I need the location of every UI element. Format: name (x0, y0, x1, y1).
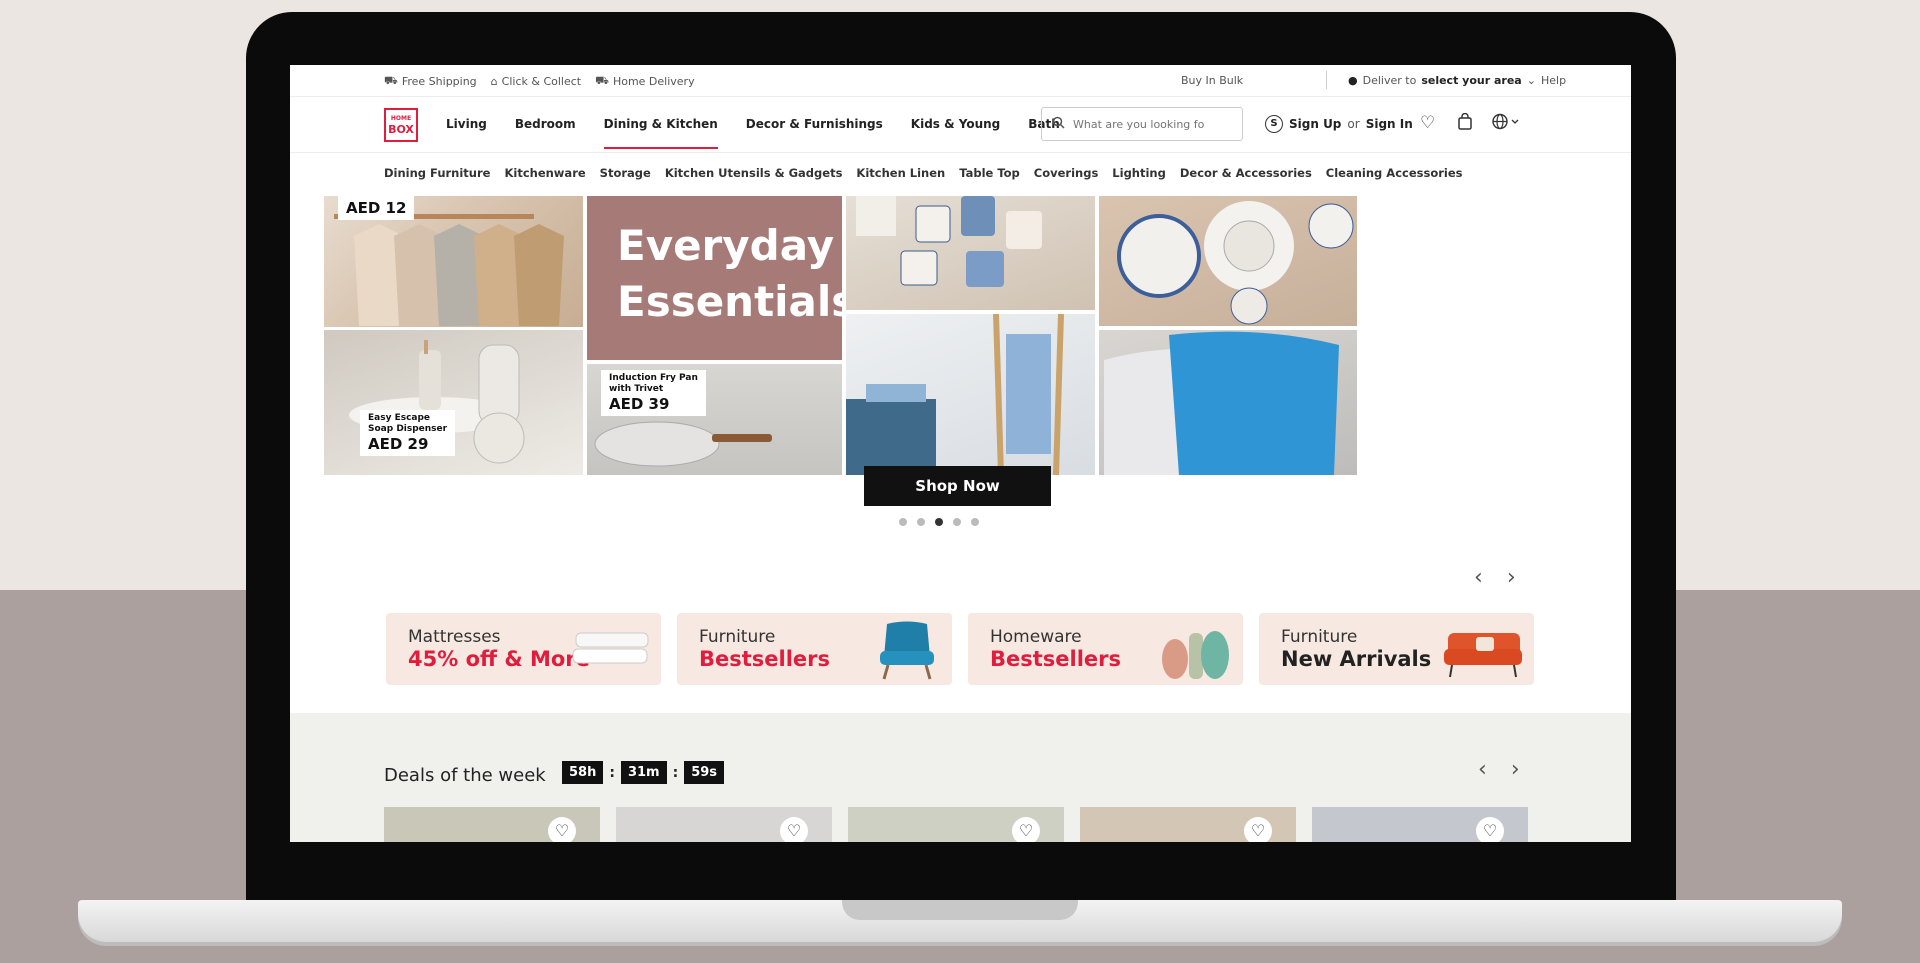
deals-carousel-arrows: ‹ › (1478, 757, 1520, 782)
fry-pan-image: Induction Fry Pan with Trivet AED 39 (587, 364, 842, 475)
account-icon: S (1265, 115, 1283, 133)
nav-bedroom[interactable]: Bedroom (515, 117, 576, 149)
armchair-image (880, 621, 934, 680)
signup-link[interactable]: Sign Up (1289, 117, 1341, 131)
nav-living[interactable]: Living (446, 117, 487, 149)
delivery-icon: ⛟ (595, 74, 609, 87)
subnav-table-top[interactable]: Table Top (959, 166, 1020, 180)
countdown-timer: 58h : 31m : 59s (562, 761, 725, 784)
chevron-left-icon[interactable]: ‹ (1478, 757, 1487, 782)
hangers-image: AED 12 (324, 196, 583, 327)
carousel-dot[interactable] (953, 518, 961, 526)
deal-card[interactable]: ♡ (1312, 807, 1528, 842)
laptop-screen: ⛟ Free Shipping ⌂ Click & Collect ⛟ Home De… (290, 65, 1631, 842)
timer-minutes: 31m (620, 761, 667, 784)
laptop-notch (842, 900, 1078, 920)
cushions-image (1099, 330, 1357, 475)
promo-homeware-bestsellers[interactable]: Homeware Bestsellers (968, 613, 1243, 685)
free-shipping-link[interactable]: ⛟ Free Shipping (384, 74, 477, 89)
homebox-logo[interactable]: HOME BOX (384, 108, 418, 142)
carousel-dot[interactable] (971, 518, 979, 526)
utility-bar: ⛟ Free Shipping ⌂ Click & Collect ⛟ Home De… (290, 65, 1631, 97)
mattress-image (572, 632, 649, 664)
nav-dining-kitchen[interactable]: Dining & Kitchen (603, 117, 718, 149)
home-delivery-link[interactable]: ⛟ Home Delivery (595, 74, 694, 89)
promo-furniture-new-arrivals[interactable]: Furniture New Arrivals (1259, 613, 1534, 685)
price-tag: Induction Fry Pan with Trivet AED 39 (601, 370, 706, 416)
chevron-right-icon[interactable]: › (1507, 565, 1516, 590)
search-input[interactable] (1073, 117, 1213, 131)
wishlist-heart-icon[interactable]: ♡ (1420, 113, 1435, 133)
subnav-coverings[interactable]: Coverings (1034, 166, 1099, 180)
headline-panel: Everyday Essentials (587, 196, 842, 360)
search-icon (1052, 116, 1065, 132)
heart-icon[interactable]: ♡ (1244, 817, 1272, 842)
subnav-lighting[interactable]: Lighting (1112, 166, 1166, 180)
soap-dispenser-image: Easy Escape Soap Dispenser AED 29 (324, 330, 583, 475)
heart-icon[interactable]: ♡ (1012, 817, 1040, 842)
subnav-kitchen-linen[interactable]: Kitchen Linen (856, 166, 945, 180)
subnav-decor-accessories[interactable]: Decor & Accessories (1180, 166, 1312, 180)
price-tag: Easy Escape Soap Dispenser AED 29 (360, 410, 456, 456)
headline: Everyday (617, 221, 835, 270)
mugs-image (846, 196, 1095, 310)
main-navigation: HOME BOX Living Bedroom Dining & Kitchen… (290, 97, 1631, 153)
help-link[interactable]: Help (1541, 74, 1566, 87)
carousel-dot[interactable] (899, 518, 907, 526)
nav-decor-furnishings[interactable]: Decor & Furnishings (746, 117, 883, 149)
carousel-dot[interactable] (917, 518, 925, 526)
carousel-dot[interactable] (935, 518, 943, 526)
subnav-kitchenware[interactable]: Kitchenware (504, 166, 585, 180)
promo-strip: Mattresses 45% off & More Furniture Best… (386, 613, 1534, 685)
deals-section: Deals of the week 58h : 31m : 59s ‹ › ♡ … (290, 713, 1631, 842)
carousel-dots (899, 518, 979, 526)
sub-navigation: Dining Furniture Kitchenware Storage Kit… (290, 153, 1631, 193)
deliver-to-selector[interactable]: ● Deliver to select your area ⌄ (1348, 74, 1536, 87)
sofa-image (1444, 633, 1522, 678)
subnav-kitchen-utensils[interactable]: Kitchen Utensils & Gadgets (665, 166, 843, 180)
store-icon: ⌂ (490, 75, 498, 88)
chevron-left-icon[interactable]: ‹ (1474, 565, 1483, 590)
shop-now-button[interactable]: Shop Now (864, 466, 1051, 506)
headline: Essentials (617, 277, 842, 326)
account-links: S Sign Up or Sign In (1265, 115, 1413, 133)
nav-kids-young[interactable]: Kids & Young (911, 117, 1000, 149)
subnav-storage[interactable]: Storage (600, 166, 651, 180)
deal-card[interactable]: ♡ (384, 807, 600, 842)
promo-carousel-arrows: ‹ › (1474, 565, 1516, 590)
promo-furniture-bestsellers[interactable]: Furniture Bestsellers (677, 613, 952, 685)
divider (1326, 71, 1327, 89)
truck-icon: ⛟ (384, 74, 398, 87)
cart-icon[interactable] (1457, 112, 1473, 135)
location-pin-icon: ● (1348, 74, 1358, 87)
subnav-dining-furniture[interactable]: Dining Furniture (384, 166, 490, 180)
language-globe-icon[interactable] (1492, 113, 1520, 135)
plates-image (1099, 196, 1357, 326)
deal-card[interactable]: ♡ (1080, 807, 1296, 842)
subnav-cleaning-accessories[interactable]: Cleaning Accessories (1326, 166, 1463, 180)
deals-cards: ♡ ♡ ♡ ♡ ♡ (384, 807, 1528, 842)
heart-icon[interactable]: ♡ (780, 817, 808, 842)
signin-link[interactable]: Sign In (1366, 117, 1413, 131)
search-box[interactable] (1041, 107, 1243, 141)
towel-ladder-image (846, 314, 1095, 475)
buy-in-bulk-link[interactable]: Buy In Bulk (1181, 74, 1243, 87)
deals-title: Deals of the week (384, 765, 546, 786)
deal-card[interactable]: ♡ (616, 807, 832, 842)
click-collect-link[interactable]: ⌂ Click & Collect (491, 74, 581, 89)
vases-image (1162, 631, 1229, 679)
timer-seconds: 59s (684, 761, 725, 784)
timer-hours: 58h (562, 761, 604, 784)
hero-banner[interactable]: AED 12 Easy Escape Soap Dispenser AED 29… (324, 196, 1589, 541)
chevron-down-icon: ⌄ (1526, 74, 1536, 87)
chevron-right-icon[interactable]: › (1511, 757, 1520, 782)
deal-card[interactable]: ♡ (848, 807, 1064, 842)
promo-mattresses[interactable]: Mattresses 45% off & More (386, 613, 661, 685)
price-tag: AED 12 (338, 196, 415, 220)
heart-icon[interactable]: ♡ (548, 817, 576, 842)
heart-icon[interactable]: ♡ (1476, 817, 1504, 842)
